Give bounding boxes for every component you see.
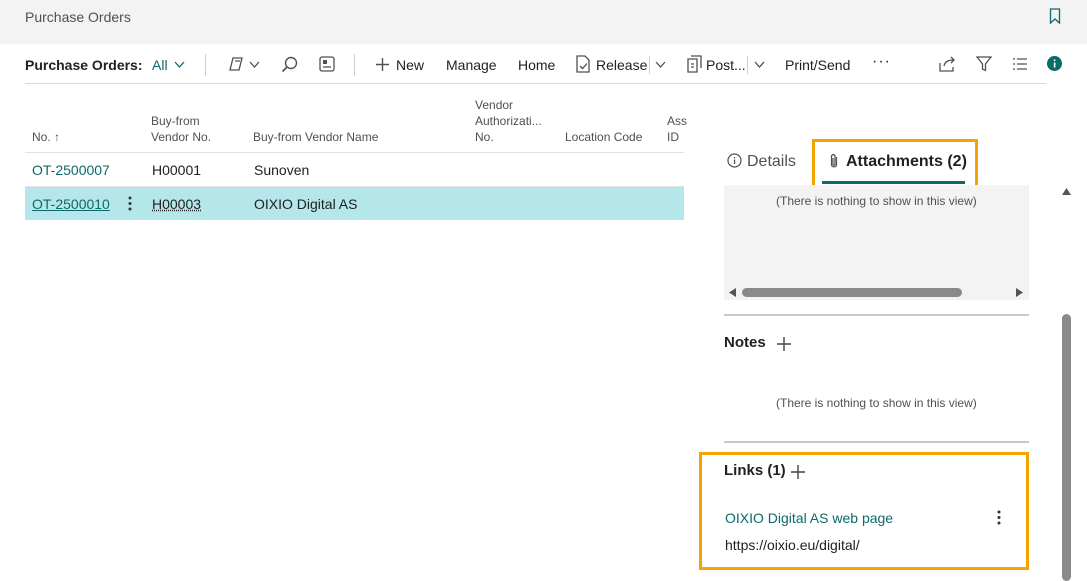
- post-button[interactable]: Post...: [706, 57, 746, 73]
- chevron-down-icon[interactable]: [655, 61, 666, 69]
- tab-details[interactable]: Details: [747, 153, 796, 171]
- post-document-icon[interactable]: [687, 55, 703, 73]
- release-document-icon[interactable]: [576, 55, 591, 73]
- link-actions-ellipsis-icon[interactable]: [997, 510, 1001, 525]
- column-header-auth-line2[interactable]: Authorizati...: [475, 113, 542, 129]
- edit-list-icon[interactable]: [319, 56, 335, 72]
- page-title: Purchase Orders: [25, 9, 131, 25]
- info-outline-icon[interactable]: [727, 153, 742, 168]
- scroll-up-icon[interactable]: [1062, 188, 1071, 196]
- home-menu[interactable]: Home: [518, 57, 555, 73]
- vendor-name-cell: Sunoven: [254, 162, 310, 178]
- list-view-icon[interactable]: [1013, 58, 1027, 70]
- release-button[interactable]: Release: [596, 57, 647, 73]
- column-header-assigned-line2[interactable]: ID: [667, 129, 679, 145]
- action-bar: Purchase Orders: All New Manage Home Rel…: [25, 44, 1062, 84]
- filter-view-dropdown[interactable]: All: [152, 57, 168, 73]
- row-actions-ellipsis-icon[interactable]: [128, 196, 132, 211]
- filter-icon[interactable]: [976, 56, 992, 72]
- table-row[interactable]: OT-2500007 H00001 Sunoven: [25, 153, 684, 186]
- vertical-scrollbar-thumb[interactable]: [1062, 314, 1071, 581]
- table-row-selected[interactable]: OT-2500010 H00003 OIXIO Digital AS: [25, 187, 684, 220]
- copilot-analyze-icon[interactable]: [228, 56, 246, 72]
- chevron-down-icon[interactable]: [174, 61, 185, 69]
- attachments-tab-highlight: [812, 139, 978, 189]
- column-header-auth-line3[interactable]: No.: [475, 129, 494, 145]
- column-header-assigned-line1[interactable]: Ass: [667, 113, 687, 129]
- column-header-location-code[interactable]: Location Code: [565, 129, 642, 145]
- links-title: Links (1): [724, 462, 786, 479]
- scroll-right-icon[interactable]: [1016, 288, 1024, 297]
- attachments-empty-message: (There is nothing to show in this view): [776, 194, 977, 208]
- list-label: Purchase Orders:: [25, 57, 143, 73]
- vendor-no-cell[interactable]: H00001: [152, 162, 201, 178]
- print-send-menu[interactable]: Print/Send: [785, 57, 850, 73]
- notes-empty-message: (There is nothing to show in this view): [776, 396, 977, 410]
- new-button[interactable]: New: [396, 57, 424, 73]
- share-icon[interactable]: [939, 56, 956, 72]
- plus-icon[interactable]: [375, 57, 390, 72]
- order-no-link[interactable]: OT-2500010: [32, 196, 110, 212]
- column-header-no[interactable]: No. ↑: [32, 129, 60, 145]
- vendor-no-cell[interactable]: H00003: [152, 196, 201, 212]
- column-header-vendor-name[interactable]: Buy-from Vendor Name: [253, 129, 378, 145]
- column-header-vendor-no-line2[interactable]: Vendor No.: [151, 129, 211, 145]
- link-url: https://oixio.eu/digital/: [725, 537, 860, 553]
- column-header-auth-line1[interactable]: Vendor: [475, 97, 513, 113]
- scroll-left-icon[interactable]: [729, 288, 737, 297]
- add-note-plus-icon[interactable]: [776, 336, 792, 352]
- bookmark-icon[interactable]: [1049, 8, 1061, 24]
- vendor-name-cell: OIXIO Digital AS: [254, 196, 358, 212]
- notes-title: Notes: [724, 334, 766, 351]
- column-header-vendor-no-line1[interactable]: Buy-from: [151, 113, 200, 129]
- chevron-down-icon[interactable]: [249, 61, 260, 69]
- chevron-down-icon[interactable]: [754, 61, 765, 69]
- horizontal-scrollbar-thumb[interactable]: [742, 288, 962, 297]
- link-name[interactable]: OIXIO Digital AS web page: [725, 510, 893, 526]
- order-no-link[interactable]: OT-2500007: [32, 162, 110, 178]
- search-icon[interactable]: [281, 56, 298, 73]
- info-icon[interactable]: [1047, 56, 1062, 71]
- more-options-button[interactable]: ···: [872, 53, 891, 71]
- manage-menu[interactable]: Manage: [446, 57, 497, 73]
- add-link-plus-icon[interactable]: [790, 464, 806, 480]
